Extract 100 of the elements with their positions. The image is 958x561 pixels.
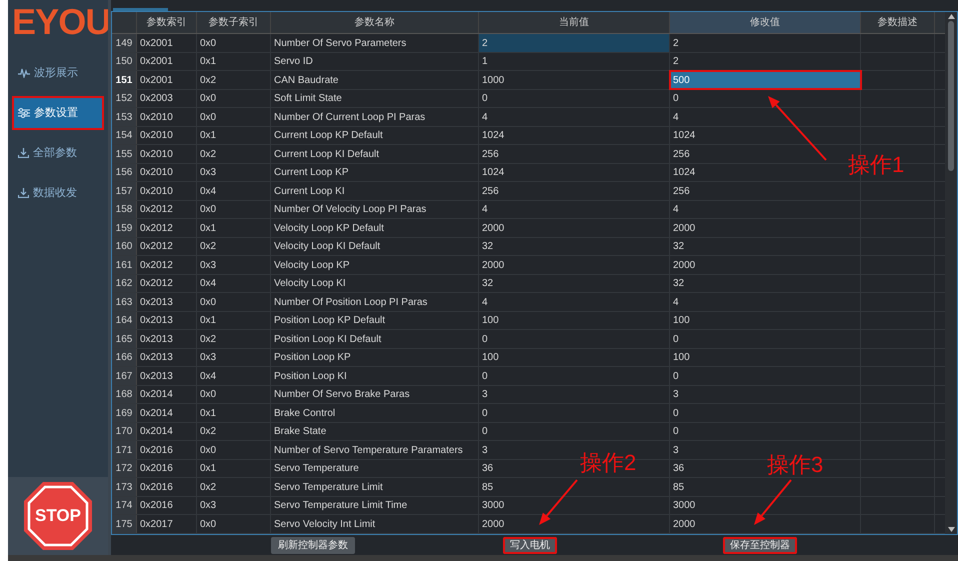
download-icon [18, 188, 29, 198]
table-cell: Number Of Position Loop PI Paras [271, 293, 479, 311]
row-header[interactable]: 173 [112, 478, 137, 496]
annotation-arrow [754, 479, 792, 525]
table-cell: Position Loop KI Default [271, 330, 479, 348]
table-cell: 0x2 [197, 330, 271, 348]
row-header[interactable]: 166 [112, 348, 137, 366]
row-header[interactable]: 162 [112, 274, 137, 292]
nav-item[interactable]: 参数设置 [14, 98, 102, 128]
table-cell: 0x3 [197, 496, 271, 514]
table-cell: 0x2010 [137, 145, 197, 163]
table-cell: Number Of Current Loop PI Paras [271, 108, 479, 126]
row-header[interactable]: 161 [112, 256, 137, 274]
row-header[interactable]: 159 [112, 219, 137, 237]
row-header[interactable]: 169 [112, 404, 137, 422]
column-header[interactable]: 修改值 [670, 12, 861, 34]
table-cell: Servo ID [271, 52, 479, 70]
row-header[interactable]: 154 [112, 126, 137, 144]
table-cell: 32 [670, 274, 861, 292]
row-header[interactable]: 168 [112, 386, 137, 404]
row-header[interactable]: 175 [112, 515, 137, 533]
table-cell: Brake State [271, 422, 479, 440]
table-cell: Current Loop KP [271, 164, 479, 182]
table-cell: 0x2017 [137, 515, 197, 533]
table-cell: 0x0 [197, 90, 271, 108]
annotation-arrow [768, 96, 827, 161]
row-header[interactable]: 156 [112, 164, 137, 182]
table-cell: Current Loop KP Default [271, 126, 479, 144]
row-header[interactable]: 158 [112, 200, 137, 218]
table-cell: Velocity Loop KP Default [271, 219, 479, 237]
table-cell: 4 [670, 293, 861, 311]
row-header[interactable]: 149 [112, 34, 137, 52]
table-cell: 0x1 [197, 404, 271, 422]
nav-item[interactable]: 数据收发 [14, 178, 102, 208]
table-cell: 0x0 [197, 108, 271, 126]
row-header[interactable]: 164 [112, 312, 137, 330]
table-cell: 0x3 [197, 164, 271, 182]
table-cell: 4 [479, 108, 670, 126]
table-cell: 0x2013 [137, 348, 197, 366]
table-cell: 85 [479, 478, 670, 496]
table-cell: 0 [479, 90, 670, 108]
table-cell: 0x4 [197, 182, 271, 200]
table-cell: 0x0 [197, 34, 271, 52]
table-cell: 0 [479, 422, 670, 440]
table-cell: 0x2 [197, 71, 271, 89]
row-header[interactable]: 153 [112, 108, 137, 126]
table-cell: 0x2010 [137, 182, 197, 200]
action-button[interactable]: 刷新控制器参数 [271, 536, 355, 554]
action-button[interactable]: 写入电机 [503, 536, 557, 554]
row-header[interactable]: 157 [112, 182, 137, 200]
row-header[interactable]: 151 [112, 71, 137, 89]
row-header[interactable]: 165 [112, 330, 137, 348]
table-cell: 0x2 [197, 478, 271, 496]
table-cell: 3 [479, 386, 670, 404]
table-cell: 2000 [670, 256, 861, 274]
stop-button[interactable]: STOP [22, 480, 94, 552]
table-cell: 0x2003 [137, 90, 197, 108]
table-cell: 0x0 [197, 386, 271, 404]
table-cell: 0x2012 [137, 238, 197, 256]
table-cell: Number of Servo Temperature Paramaters [271, 441, 479, 459]
table-cell: 2 [670, 34, 861, 52]
table-cell: CAN Baudrate [271, 71, 479, 89]
table-cell: 0x2001 [137, 52, 197, 70]
row-header[interactable]: 155 [112, 145, 137, 163]
table-cell: 2000 [479, 256, 670, 274]
row-header[interactable]: 171 [112, 441, 137, 459]
table-cell: Brake Control [271, 404, 479, 422]
table-cell: 0 [670, 422, 861, 440]
row-header[interactable]: 167 [112, 367, 137, 385]
column-header[interactable]: 参数子索引 [197, 12, 271, 34]
table-cell: 0x4 [197, 274, 271, 292]
column-header[interactable]: 参数名称 [271, 12, 479, 34]
row-header[interactable]: 172 [112, 460, 137, 478]
row-header[interactable]: 152 [112, 90, 137, 108]
table-cell: 0x2016 [137, 478, 197, 496]
table-cell: 0x0 [197, 293, 271, 311]
table-cell: 0x1 [197, 460, 271, 478]
table-cell: 4 [479, 200, 670, 218]
table-cell: 4 [670, 200, 861, 218]
scrollbar[interactable] [945, 12, 957, 534]
nav-item[interactable]: 波形展示 [14, 58, 102, 88]
table-cell: 32 [479, 238, 670, 256]
table-cell: 0x2014 [137, 386, 197, 404]
action-button[interactable]: 保存至控制器 [723, 536, 797, 554]
row-header[interactable]: 163 [112, 293, 137, 311]
scroll-down-icon[interactable] [948, 526, 954, 532]
nav-item[interactable]: 全部参数 [14, 138, 102, 168]
row-header[interactable]: 160 [112, 238, 137, 256]
table-cell: Servo Temperature [271, 460, 479, 478]
table-cell: 85 [670, 478, 861, 496]
table-cell: Servo Temperature Limit Time [271, 496, 479, 514]
column-header[interactable]: 参数索引 [137, 12, 197, 34]
annotation-arrow [539, 479, 578, 525]
table-cell: 4 [479, 293, 670, 311]
scroll-thumb[interactable] [948, 21, 954, 172]
column-header[interactable]: 参数描述 [861, 12, 935, 34]
row-header[interactable]: 170 [112, 422, 137, 440]
row-header[interactable]: 150 [112, 52, 137, 70]
table-cell: 256 [479, 182, 670, 200]
row-header[interactable]: 174 [112, 496, 137, 514]
